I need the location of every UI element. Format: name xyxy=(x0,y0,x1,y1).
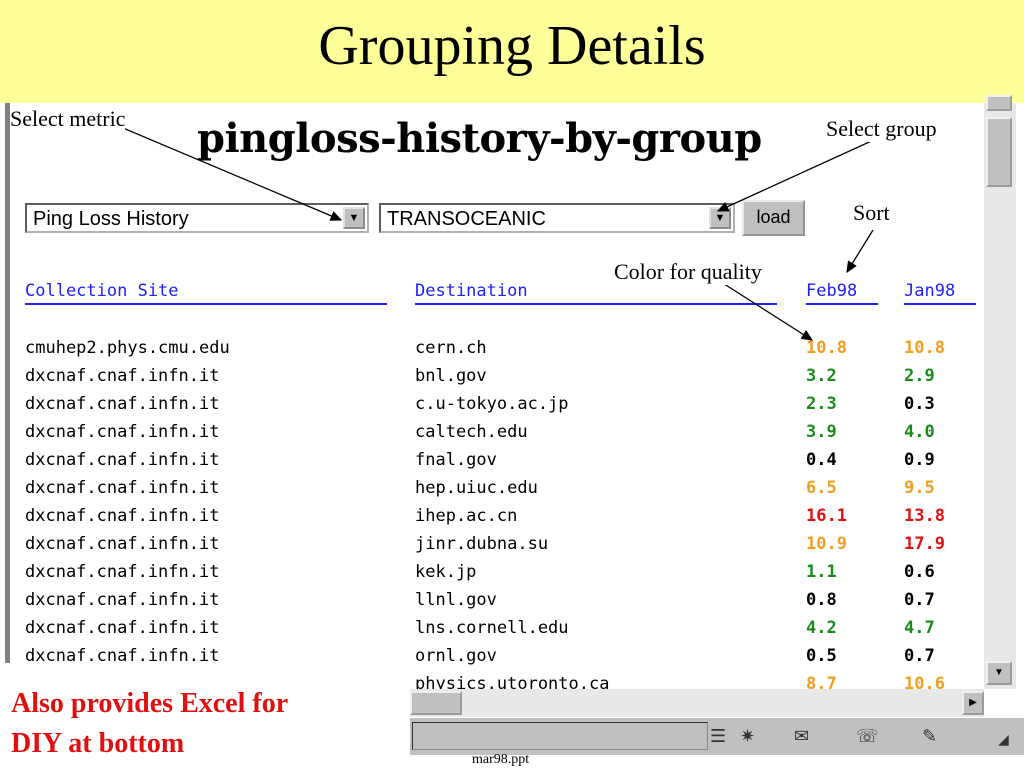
resize-grip-icon[interactable]: ◢ xyxy=(998,732,1009,748)
arrow-select-metric xyxy=(122,127,343,221)
scroll-down-icon[interactable]: ▼ xyxy=(986,661,1012,685)
vertical-scroll-thumb[interactable] xyxy=(986,117,1012,187)
slide-title: Grouping Details xyxy=(318,15,706,77)
annotation-select-metric: Select metric xyxy=(10,106,126,132)
document-icon: ☰ xyxy=(710,726,727,747)
status-text-field xyxy=(412,722,708,750)
annotation-select-group: Select group xyxy=(826,116,937,142)
status-bar: ☰ ✷ ✉ ☏ ✎ ◢ xyxy=(410,717,1024,755)
horizontal-scrollbar[interactable]: ▶ xyxy=(410,689,984,717)
annotation-color-for-quality: Color for quality xyxy=(614,259,762,285)
arrow-color-for-quality xyxy=(717,279,814,341)
bottom-note: Also provides Excel for DIY at bottom xyxy=(0,680,410,768)
annotation-sort: Sort xyxy=(853,200,890,226)
mail-icon[interactable]: ✉ xyxy=(794,726,809,747)
security-icon[interactable]: ✷ xyxy=(740,726,755,747)
composer-icon[interactable]: ✎ xyxy=(922,726,937,747)
discussion-icon[interactable]: ☏ xyxy=(856,726,879,747)
bottom-note-line-1: Also provides Excel for xyxy=(11,688,289,719)
footer-filename: mar98.ppt xyxy=(472,752,530,767)
scroll-up-button[interactable] xyxy=(986,95,1012,111)
horizontal-scroll-thumb[interactable] xyxy=(410,691,462,715)
bottom-note-line-2: DIY at bottom xyxy=(11,728,185,759)
vertical-scrollbar[interactable]: ▼ xyxy=(984,95,1016,689)
arrow-sort xyxy=(846,229,874,274)
scroll-right-icon[interactable]: ▶ xyxy=(962,691,984,715)
